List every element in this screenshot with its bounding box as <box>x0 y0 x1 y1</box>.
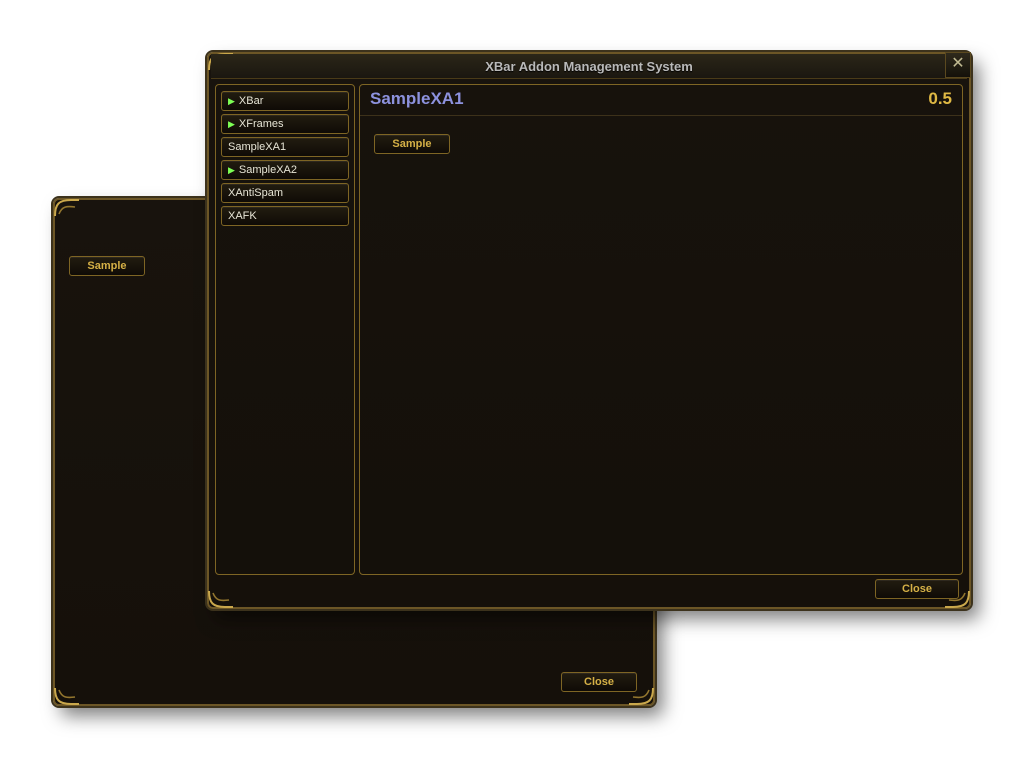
sidebar-item-xframes[interactable]: ▶ XFrames <box>221 114 349 134</box>
sidebar-item-xbar[interactable]: ▶ XBar <box>221 91 349 111</box>
sidebar-item-label: XBar <box>239 95 263 107</box>
addon-sidebar: ▶ XBar ▶ XFrames SampleXA1 ▶ SampleXA2 X… <box>215 84 355 575</box>
sample-button[interactable]: Sample <box>69 256 145 276</box>
window-close-button[interactable]: ✕ <box>945 52 971 78</box>
canvas: { "window_back": { "buttons": { "sample"… <box>0 0 1024 768</box>
title-bar: XBar Addon Management System <box>211 54 967 79</box>
sidebar-item-xafk[interactable]: XAFK <box>221 206 349 226</box>
content-header: SampleXA1 0.5 <box>360 85 962 116</box>
sidebar-item-label: SampleXA2 <box>239 164 297 176</box>
active-indicator-icon: ▶ <box>228 97 235 106</box>
sidebar-item-label: SampleXA1 <box>228 141 286 153</box>
addon-content-panel: SampleXA1 0.5 Sample <box>359 84 963 575</box>
sidebar-item-samplexa2[interactable]: ▶ SampleXA2 <box>221 160 349 180</box>
active-indicator-icon: ▶ <box>228 166 235 175</box>
close-button[interactable]: Close <box>561 672 637 692</box>
sidebar-item-samplexa1[interactable]: SampleXA1 <box>221 137 349 157</box>
sidebar-item-label: XAFK <box>228 210 257 222</box>
sidebar-item-label: XAntiSpam <box>228 187 283 199</box>
active-indicator-icon: ▶ <box>228 120 235 129</box>
sidebar-item-xantispam[interactable]: XAntiSpam <box>221 183 349 203</box>
close-button[interactable]: Close <box>875 579 959 599</box>
close-icon: ✕ <box>951 56 964 72</box>
content-version: 0.5 <box>928 89 952 109</box>
ornament-corner-icon <box>53 686 79 706</box>
ornament-corner-icon <box>207 589 233 609</box>
sample-button[interactable]: Sample <box>374 134 450 154</box>
sidebar-item-label: XFrames <box>239 118 284 130</box>
window-title: XBar Addon Management System <box>485 59 693 74</box>
content-title: SampleXA1 <box>370 89 464 109</box>
ornament-corner-icon <box>53 198 79 218</box>
xbar-addon-window: XBar Addon Management System ✕ ▶ XBar ▶ … <box>207 52 971 609</box>
